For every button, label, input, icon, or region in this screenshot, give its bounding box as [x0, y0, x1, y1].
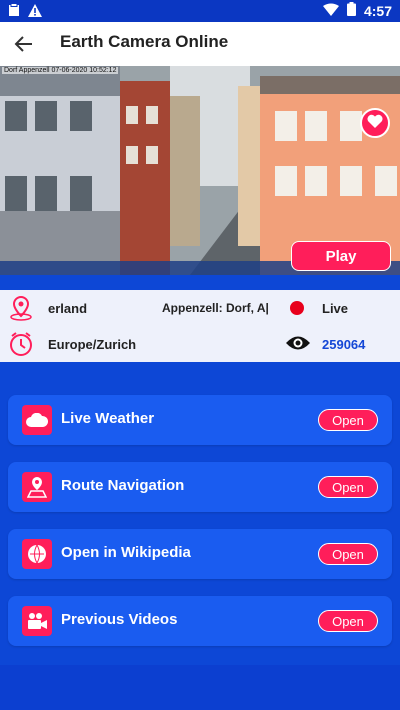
location-row: erland Appenzell: Dorf, A| Live: [0, 290, 400, 326]
location-name: Appenzell: Dorf, A|: [162, 301, 269, 315]
previous-videos-open-button[interactable]: Open: [318, 610, 378, 632]
timezone: Europe/Zurich: [48, 337, 137, 352]
battery-icon: [346, 2, 356, 19]
route-navigation-label: Route Navigation: [61, 477, 185, 494]
status-right: 4:57: [322, 2, 392, 19]
favorite-button[interactable]: [360, 108, 390, 138]
location-country: erland: [48, 301, 88, 316]
live-indicator: [290, 301, 304, 315]
heart-icon: [367, 114, 383, 133]
alert-icon: [28, 3, 42, 22]
clock-icon: [8, 331, 34, 362]
eye-icon: [285, 334, 311, 357]
live-weather-open-button[interactable]: Open: [318, 409, 378, 431]
wifi-icon: [322, 3, 339, 19]
actions-list: Live Weather Open Route Navigation Open …: [0, 375, 400, 665]
app-bar: Earth Camera Online: [0, 22, 400, 66]
webcam-image[interactable]: Dorf Appenzell 07-06-2020 10:52:12 Play: [0, 66, 400, 275]
wikipedia-card[interactable]: Open in Wikipedia Open: [8, 529, 392, 579]
status-bar: 4:57: [0, 0, 400, 22]
clock: 4:57: [363, 2, 392, 19]
map-pin-icon: [22, 472, 52, 502]
bottom-area: [0, 665, 400, 710]
live-weather-label: Live Weather: [61, 410, 155, 427]
live-label: Live: [322, 301, 349, 316]
route-navigation-card[interactable]: Route Navigation Open: [8, 462, 392, 512]
location-pin-icon: [8, 295, 34, 326]
page-title: Earth Camera Online: [60, 32, 229, 51]
wikipedia-icon: [22, 539, 52, 569]
wikipedia-open-button[interactable]: Open: [318, 543, 378, 565]
wikipedia-label: Open in Wikipedia: [61, 544, 191, 561]
play-button[interactable]: Play: [291, 241, 391, 271]
camera-timestamp: Dorf Appenzell 07-06-2020 10:52:12: [2, 67, 119, 74]
timezone-row: Europe/Zurich 259064: [0, 326, 400, 362]
status-left: [8, 3, 42, 22]
view-count: 259064: [322, 337, 366, 352]
cloud-icon: [22, 405, 52, 435]
back-arrow-icon[interactable]: [12, 32, 36, 56]
video-camera-icon: [22, 606, 52, 636]
clipboard-icon: [8, 3, 20, 22]
live-weather-card[interactable]: Live Weather Open: [8, 395, 392, 445]
route-navigation-open-button[interactable]: Open: [318, 476, 378, 498]
previous-videos-card[interactable]: Previous Videos Open: [8, 596, 392, 646]
previous-videos-label: Previous Videos: [61, 611, 178, 628]
camera-info-panel: erland Appenzell: Dorf, A| Live Europe/Z…: [0, 290, 400, 362]
